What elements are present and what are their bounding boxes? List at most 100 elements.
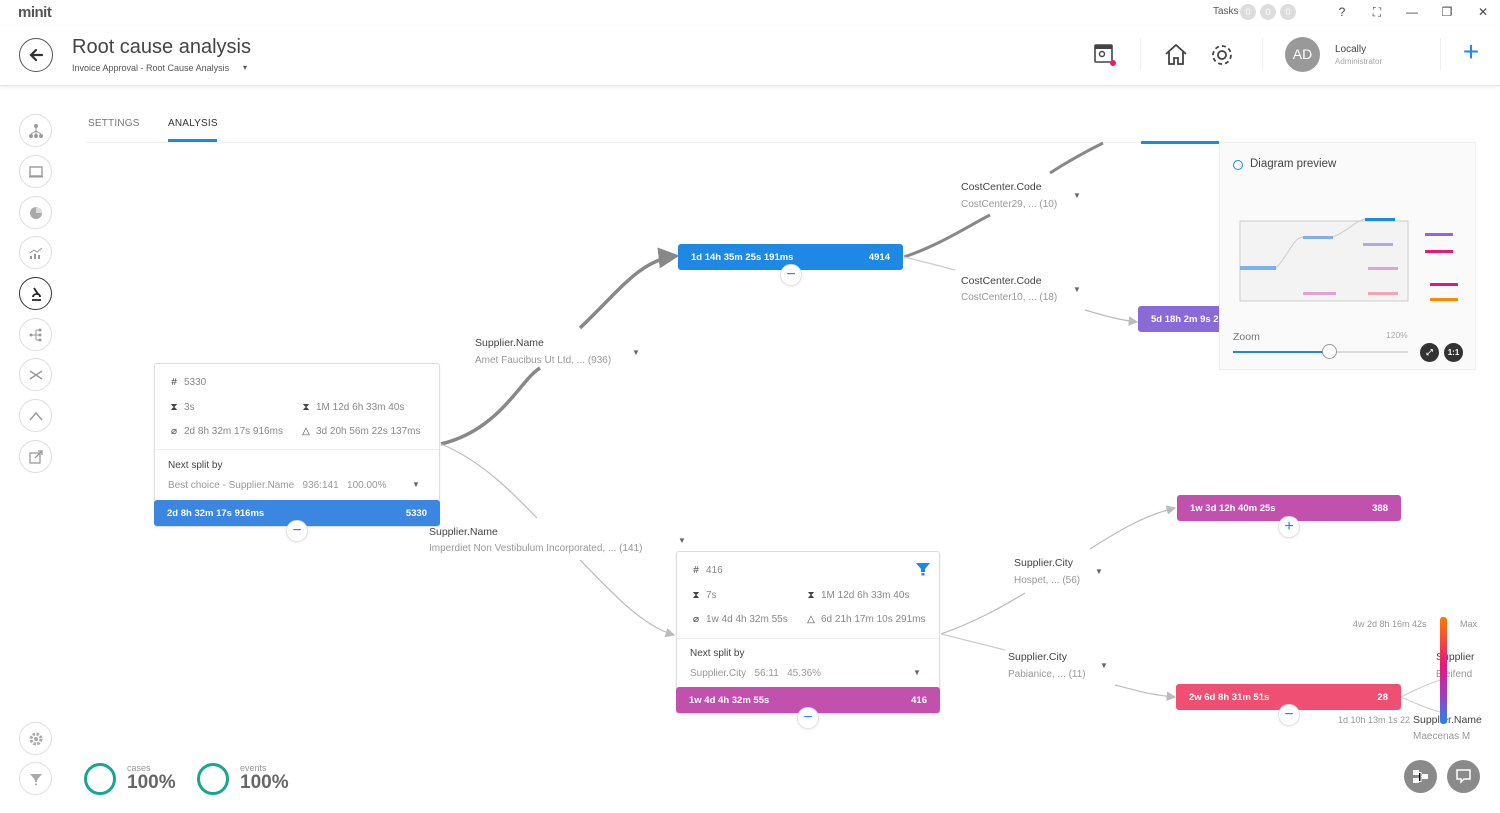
edge-root-to-supplier-a	[440, 366, 541, 446]
task-counter-done[interactable]: 0	[1280, 4, 1296, 20]
hash-icon: #	[693, 565, 699, 576]
edge-label-value: Maecenas M	[1413, 731, 1471, 742]
task-counter-running[interactable]: 0	[1240, 4, 1256, 20]
edge-root-to-supplier-b	[440, 443, 538, 519]
minimize-button[interactable]: —	[1402, 3, 1422, 21]
median-duration-stat: △ 3d 20h 56m 22s 137ms	[300, 426, 420, 437]
sidebar-item-process-map[interactable]	[19, 114, 52, 147]
zoom-slider[interactable]	[1233, 344, 1408, 359]
node-bar[interactable]: 5d 18h 2m 9s 2	[1138, 306, 1219, 332]
back-button[interactable]	[19, 38, 53, 72]
minimap-node	[1430, 283, 1458, 286]
max-duration-icon: ⧗	[807, 590, 815, 601]
median-duration-stat: △ 6d 21h 17m 10s 291ms	[805, 614, 925, 625]
sidebar-item-export[interactable]	[19, 440, 52, 473]
edge-label-value: Pabianice, ... (11)	[1008, 669, 1086, 680]
collapse-button[interactable]: −	[780, 264, 802, 286]
chevron-down-icon[interactable]: ▼	[632, 348, 640, 357]
next-split-select[interactable]: Supplier.City 56:11 45.36%	[690, 668, 821, 679]
filter-icon	[30, 774, 42, 786]
collapse-button[interactable]: −	[797, 707, 819, 729]
bar-duration: 1w 3d 12h 40m 25s	[1190, 503, 1276, 514]
min-duration-stat: ⧗ 3s	[168, 402, 194, 413]
edge-selected-to-city-b	[940, 633, 1006, 651]
delta-icon: △	[807, 614, 815, 625]
chevron-down-icon[interactable]: ▼	[678, 536, 686, 545]
user-role: Administrator	[1335, 57, 1383, 66]
next-split-select[interactable]: Best choice - Supplier.Name 936:141 100.…	[168, 480, 387, 491]
avg-duration-stat: ⌀ 1w 4d 4h 32m 55s	[690, 614, 788, 625]
breadcrumb-dropdown-icon[interactable]: ▾	[243, 63, 247, 72]
sidebar-item-settings[interactable]	[19, 722, 52, 755]
sidebar-item-performance[interactable]	[19, 236, 52, 269]
report-settings-icon	[1094, 44, 1116, 66]
breadcrumb[interactable]: Invoice Approval - Root Cause Analysis	[72, 63, 229, 73]
edge-supplier-a-to-node1	[578, 247, 680, 330]
task-counter-queued[interactable]: 0	[1260, 4, 1276, 20]
minimap-node	[1368, 267, 1398, 270]
tab-settings[interactable]: SETTINGS	[88, 118, 140, 129]
tab-analysis[interactable]: ANALYSIS	[168, 118, 218, 129]
active-filter-icon[interactable]	[915, 561, 931, 577]
delta-icon: △	[302, 426, 310, 437]
bar-count: 388	[1372, 503, 1388, 514]
next-split-label: Next split by	[168, 460, 223, 471]
layout-button[interactable]	[1404, 760, 1437, 793]
sidebar-item-decision[interactable]	[19, 318, 52, 351]
user-avatar[interactable]: AD	[1285, 37, 1320, 72]
sidebar-item-root-cause[interactable]	[19, 277, 52, 310]
edge-city-a-to-magenta	[1089, 505, 1177, 550]
events-ring-icon	[197, 763, 229, 795]
chevron-down-icon[interactable]: ▼	[1095, 567, 1103, 576]
avg-duration-stat: ⌀ 2d 8h 32m 17s 916ms	[168, 426, 283, 437]
sidebar-item-statistics[interactable]	[19, 196, 52, 229]
duration-color-scale	[1440, 617, 1447, 724]
expand-button[interactable]: +	[1278, 516, 1300, 538]
add-button[interactable]: +	[1458, 38, 1484, 66]
zoom-slider-thumb[interactable]	[1322, 344, 1338, 359]
app-logo: minit	[18, 4, 52, 21]
chevron-down-icon[interactable]: ▼	[1073, 285, 1081, 294]
actual-size-button[interactable]: 1:1	[1444, 343, 1463, 362]
edge-node1-to-costcenter-b	[903, 256, 956, 271]
minimap-node	[1368, 292, 1398, 295]
edge-pink-to-supplier-eleifend	[1400, 679, 1441, 698]
fit-to-screen-button[interactable]: ⤢	[1420, 343, 1439, 362]
fullscreen-button[interactable]: ⛶	[1367, 3, 1387, 21]
edge-pink-to-supplier-maecenas	[1400, 696, 1441, 713]
help-button[interactable]: ?	[1332, 3, 1352, 21]
preview-toggle-icon[interactable]	[1233, 160, 1243, 170]
edge-label-title: CostCenter.Code	[961, 275, 1042, 287]
user-name: Locally	[1335, 44, 1367, 55]
sidebar-item-dashboard[interactable]	[19, 155, 52, 188]
sidebar-item-rules[interactable]	[19, 399, 52, 432]
report-settings-button[interactable]	[1093, 42, 1119, 68]
collapse-button[interactable]: −	[286, 520, 308, 542]
collapse-button[interactable]: −	[1278, 704, 1300, 726]
minimap-viewport	[1239, 220, 1409, 302]
edge-label-title: Supplier.Name	[1413, 714, 1482, 726]
chevron-down-icon[interactable]: ▼	[412, 480, 420, 489]
home-button[interactable]	[1163, 42, 1189, 68]
performance-chart-icon	[29, 247, 43, 259]
preview-title: Diagram preview	[1250, 158, 1337, 170]
restore-button[interactable]: ❐	[1437, 3, 1457, 21]
title-bar: minit Tasks 0 0 0 ? ⛶ — ❐ ✕	[0, 0, 1500, 26]
bar-duration: 5d 18h 2m 9s 2	[1151, 314, 1219, 325]
diagram-minimap[interactable]	[1235, 213, 1465, 308]
sidebar-item-variants[interactable]	[19, 358, 52, 391]
chevron-down-icon[interactable]: ▼	[1100, 661, 1108, 670]
legend-max-label: Max	[1460, 619, 1478, 629]
settings-button[interactable]	[1209, 42, 1235, 68]
chevron-down-icon[interactable]: ▼	[913, 668, 921, 677]
legend-min-value: 1d 10h 13m 1s 22	[1338, 715, 1411, 725]
comments-button[interactable]	[1447, 760, 1480, 793]
chevron-down-icon[interactable]: ▼	[1073, 191, 1081, 200]
page-title: Root cause analysis	[72, 36, 251, 58]
sidebar-item-filter[interactable]	[19, 762, 52, 795]
minimap-node	[1425, 250, 1453, 253]
close-button[interactable]: ✕	[1473, 3, 1493, 21]
header-divider	[1440, 38, 1441, 70]
bar-duration: 2w 6d 8h 31m 51s	[1189, 692, 1270, 703]
edge-label-title: Supplier.City	[1014, 557, 1073, 569]
